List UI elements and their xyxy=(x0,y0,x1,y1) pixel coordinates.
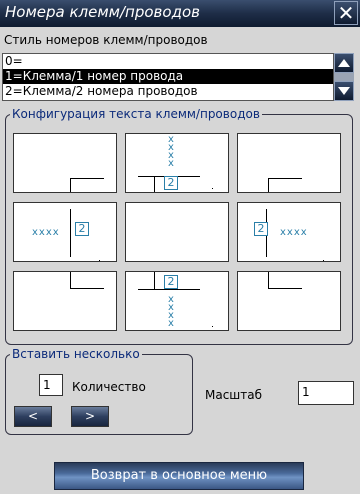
arrow-down-icon xyxy=(338,87,350,95)
config-cell-top-center[interactable]: xxxx 2 xyxy=(125,133,229,193)
wire-count-badge: 2 xyxy=(164,176,178,190)
style-label: Стиль номеров клемм/проводов xyxy=(4,33,208,47)
list-item-selected[interactable]: 1=Клемма/1 номер провода xyxy=(3,69,333,84)
scale-input[interactable]: 1 xyxy=(298,381,354,405)
close-icon: ✕ xyxy=(337,1,355,25)
config-cell-middle-right[interactable]: 2 xxxx xyxy=(237,202,341,262)
close-button[interactable]: ✕ xyxy=(334,1,358,25)
quantity-input[interactable]: 1 xyxy=(39,374,63,396)
scroll-down-button[interactable] xyxy=(334,81,354,101)
scale-label: Масштаб xyxy=(205,388,263,402)
wire-count-badge: 2 xyxy=(254,222,268,236)
chevron-left-icon: < xyxy=(27,409,39,423)
wire-text-horizontal: xxxx xyxy=(32,227,60,238)
quantity-label: Количество xyxy=(72,380,146,394)
prev-button[interactable]: < xyxy=(14,406,52,427)
config-group-legend: Конфигурация текста клемм/проводов xyxy=(12,107,260,121)
config-cell-bottom-center[interactable]: 2 xxxx xyxy=(125,271,229,331)
list-item[interactable]: 0= xyxy=(3,54,333,69)
wire-text-vertical: xxxx xyxy=(168,134,174,169)
config-cell-top-right[interactable] xyxy=(237,133,341,193)
chevron-right-icon: > xyxy=(84,409,96,423)
return-main-menu-button[interactable]: Возврат в основное меню xyxy=(54,462,304,490)
wire-text-vertical: xxxx xyxy=(168,294,174,329)
arrow-up-icon xyxy=(338,59,350,67)
title-bar: Номера клемм/проводов ✕ xyxy=(0,0,360,27)
insert-group-legend: Вставить несколько xyxy=(12,347,140,361)
list-item[interactable]: 2=Клемма/2 номера проводов xyxy=(3,84,333,99)
scroll-up-button[interactable] xyxy=(334,53,354,73)
config-cell-middle-left[interactable]: xxxx 2 xyxy=(13,202,117,262)
wire-count-badge: 2 xyxy=(75,222,89,236)
config-cell-bottom-right[interactable] xyxy=(237,271,341,331)
style-listbox[interactable]: 0= 1=Клемма/1 номер провода 2=Клемма/2 н… xyxy=(2,53,334,101)
window-title: Номера клемм/проводов xyxy=(5,3,200,21)
config-cell-center[interactable] xyxy=(125,202,229,262)
config-cell-bottom-left[interactable] xyxy=(13,271,117,331)
wire-count-badge: 2 xyxy=(164,275,178,289)
next-button[interactable]: > xyxy=(71,406,109,427)
wire-text-horizontal: xxxx xyxy=(280,227,308,238)
config-cell-top-left[interactable] xyxy=(13,133,117,193)
